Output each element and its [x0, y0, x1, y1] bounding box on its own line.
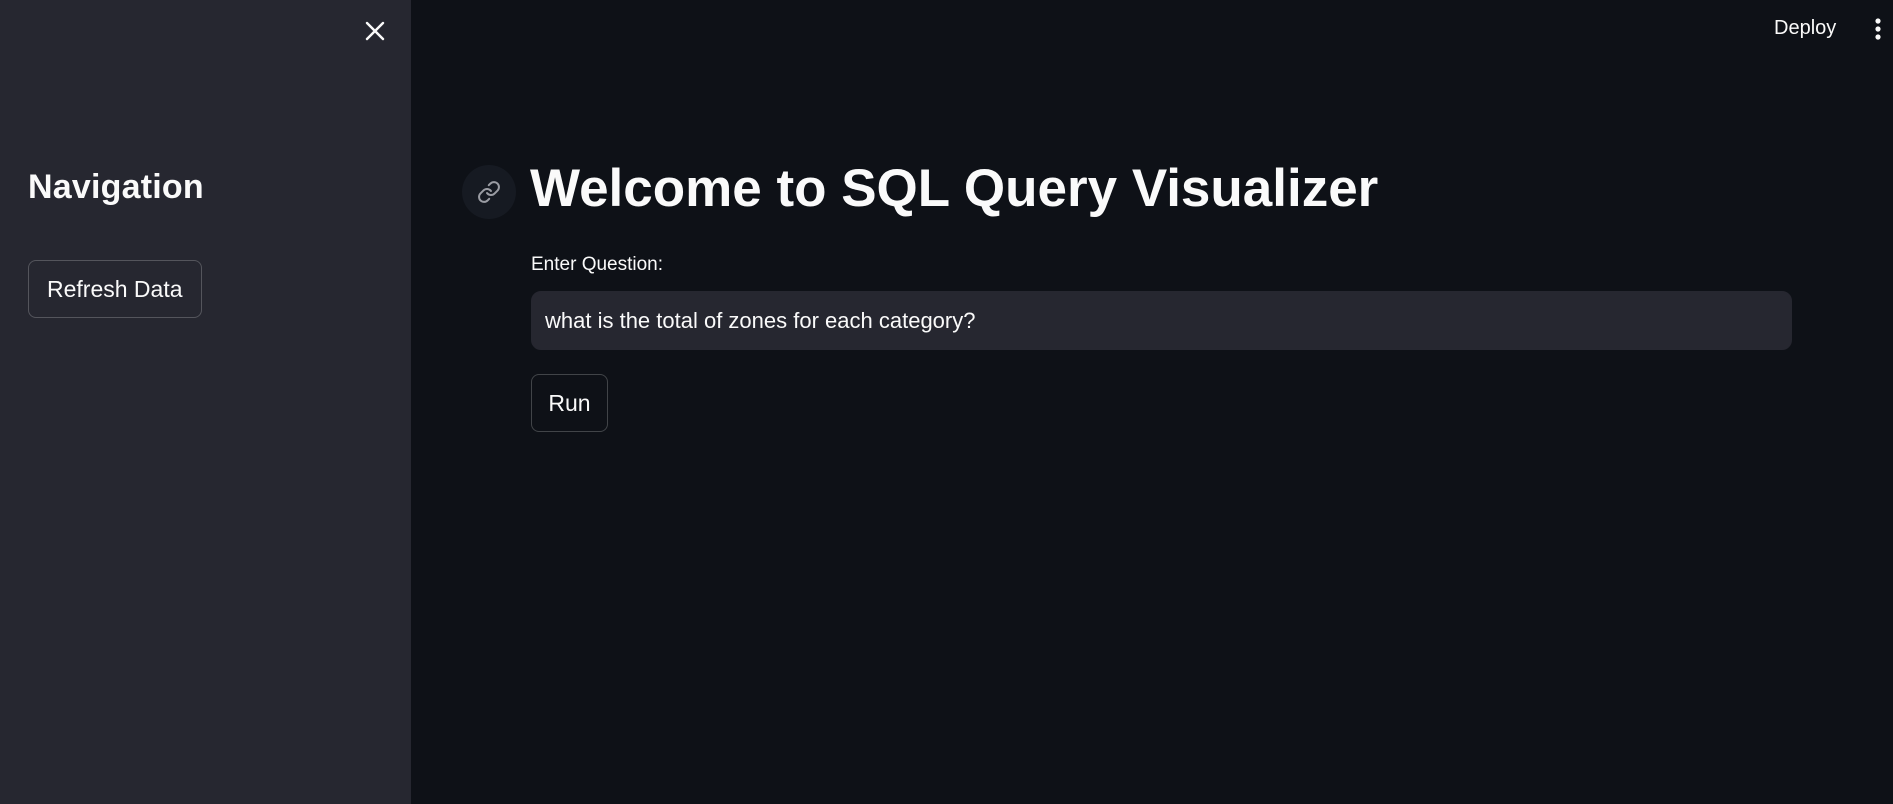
- page-title: Welcome to SQL Query Visualizer: [530, 159, 1379, 218]
- close-icon: [365, 21, 385, 41]
- refresh-data-button[interactable]: Refresh Data: [28, 260, 202, 318]
- run-button[interactable]: Run: [531, 374, 608, 432]
- main-menu-button[interactable]: [1866, 14, 1890, 44]
- vertical-ellipsis-icon: [1875, 18, 1881, 40]
- sidebar-title: Navigation: [28, 168, 204, 206]
- question-label: Enter Question:: [531, 254, 664, 275]
- deploy-button[interactable]: Deploy: [1762, 12, 1848, 44]
- sidebar: Navigation Refresh Data: [0, 0, 411, 804]
- question-input[interactable]: [531, 291, 1792, 350]
- title-anchor-link[interactable]: [462, 165, 516, 219]
- close-sidebar-button[interactable]: [360, 16, 390, 46]
- link-icon: [478, 181, 500, 203]
- app-root: Navigation Refresh Data Deploy Welcome t…: [0, 0, 1893, 804]
